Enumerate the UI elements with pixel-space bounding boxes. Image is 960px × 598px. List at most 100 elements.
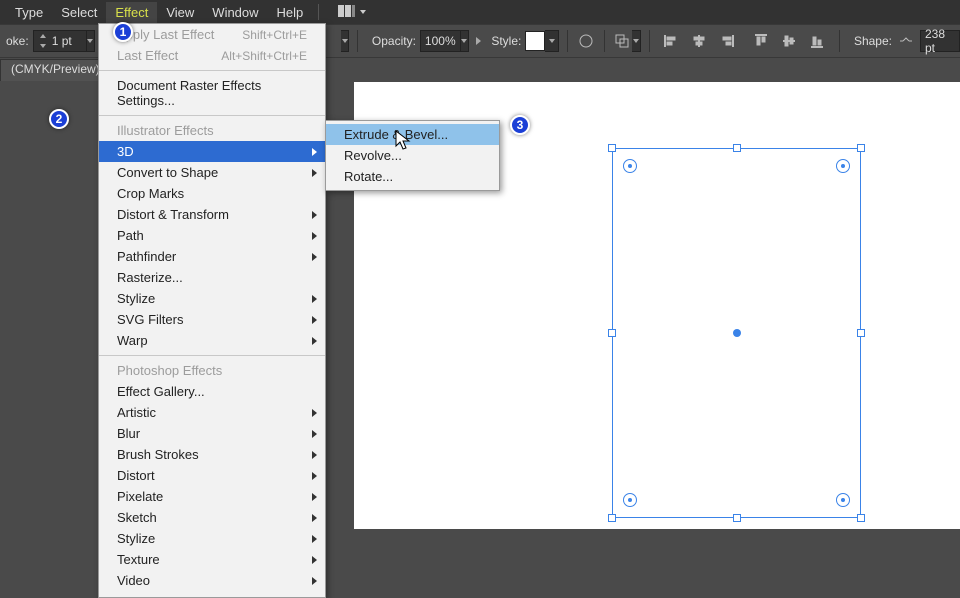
workspace-icon — [338, 5, 356, 19]
style-swatch-group[interactable] — [525, 30, 559, 52]
menu-3d[interactable]: 3D — [99, 141, 325, 162]
menu-texture[interactable]: Texture — [99, 549, 325, 570]
menu-crop-marks[interactable]: Crop Marks — [99, 183, 325, 204]
live-corner-ne[interactable] — [836, 159, 850, 173]
menu-item-label: Extrude & Bevel... — [344, 127, 448, 142]
menu-select[interactable]: Select — [52, 2, 106, 23]
menu-stylize-ps[interactable]: Stylize — [99, 528, 325, 549]
stroke-weight-dropdown[interactable] — [87, 30, 95, 52]
shape-label: Shape: — [854, 34, 892, 48]
menu-stylize-ai[interactable]: Stylize — [99, 288, 325, 309]
menubar: Type Select Effect View Window Help — [0, 0, 960, 24]
submenu-arrow-icon — [312, 472, 317, 480]
style-swatch[interactable] — [525, 31, 545, 51]
menu-raster-settings[interactable]: Document Raster Effects Settings... — [99, 75, 325, 111]
selection-box[interactable] — [612, 148, 861, 518]
live-corner-se[interactable] — [836, 493, 850, 507]
style-dropdown[interactable] — [545, 30, 559, 52]
submenu-arrow-icon — [312, 169, 317, 177]
menu-warp[interactable]: Warp — [99, 330, 325, 351]
shape-width-value: 238 pt — [925, 27, 955, 55]
menu-item-label: Distort — [117, 468, 155, 483]
menu-path[interactable]: Path — [99, 225, 325, 246]
document-tab[interactable]: (CMYK/Preview) — [0, 59, 111, 81]
align-hcenter-icon[interactable] — [687, 30, 711, 52]
submenu-extrude-bevel[interactable]: Extrude & Bevel... — [326, 124, 499, 145]
menu-item-label: 3D — [117, 144, 134, 159]
brush-dropdown[interactable] — [341, 30, 349, 52]
align-left-icon[interactable] — [659, 30, 683, 52]
menu-brush-strokes[interactable]: Brush Strokes — [99, 444, 325, 465]
stroke-weight-field[interactable]: 1 pt — [33, 30, 87, 52]
menu-artistic[interactable]: Artistic — [99, 402, 325, 423]
menu-svg-filters[interactable]: SVG Filters — [99, 309, 325, 330]
menu-pixelate[interactable]: Pixelate — [99, 486, 325, 507]
menu-convert-to-shape[interactable]: Convert to Shape — [99, 162, 325, 183]
selection-handle-n[interactable] — [733, 144, 741, 152]
shape-width-field[interactable]: 238 pt — [920, 30, 960, 52]
selection-handle-se[interactable] — [857, 514, 865, 522]
selection-handle-nw[interactable] — [608, 144, 616, 152]
menu-video[interactable]: Video — [99, 570, 325, 591]
selection-handle-w[interactable] — [608, 329, 616, 337]
menu-separator — [99, 70, 325, 71]
align-vcenter-icon[interactable] — [777, 30, 801, 52]
transform-dropdown[interactable] — [632, 30, 640, 52]
submenu-arrow-icon — [312, 337, 317, 345]
menu-item-shortcut: Shift+Ctrl+E — [242, 28, 307, 42]
selection-handle-e[interactable] — [857, 329, 865, 337]
stroke-label: oke: — [6, 34, 29, 48]
menu-item-label: Stylize — [117, 291, 155, 306]
menu-item-label: Effect Gallery... — [117, 384, 205, 399]
separator — [567, 30, 568, 52]
spinner-icon[interactable] — [38, 32, 48, 50]
menu-effect[interactable]: Effect — [106, 2, 157, 23]
transform-panel-icon[interactable] — [614, 30, 630, 52]
submenu-arrow-icon — [312, 232, 317, 240]
menu-item-label: Artistic — [117, 405, 156, 420]
menu-effect-gallery[interactable]: Effect Gallery... — [99, 381, 325, 402]
selection-handle-s[interactable] — [733, 514, 741, 522]
menu-view[interactable]: View — [157, 2, 203, 23]
live-corner-sw[interactable] — [623, 493, 637, 507]
align-top-icon[interactable] — [749, 30, 773, 52]
panel-arrow-icon[interactable] — [476, 37, 481, 45]
menu-blur[interactable]: Blur — [99, 423, 325, 444]
selection-handle-sw[interactable] — [608, 514, 616, 522]
menu-window[interactable]: Window — [203, 2, 267, 23]
menu-rasterize[interactable]: Rasterize... — [99, 267, 325, 288]
menu-pathfinder[interactable]: Pathfinder — [99, 246, 325, 267]
menu-item-label: Revolve... — [344, 148, 402, 163]
menu-type[interactable]: Type — [6, 2, 52, 23]
menu-item-label: Video — [117, 573, 150, 588]
recolor-artwork-icon[interactable] — [578, 30, 594, 52]
selection-center — [733, 329, 741, 337]
submenu-arrow-icon — [312, 514, 317, 522]
submenu-arrow-icon — [312, 535, 317, 543]
workspace-switcher[interactable] — [325, 2, 375, 22]
opacity-field[interactable]: 100% — [420, 30, 461, 52]
live-corner-nw[interactable] — [623, 159, 637, 173]
menu-distort-transform[interactable]: Distort & Transform — [99, 204, 325, 225]
selection-handle-ne[interactable] — [857, 144, 865, 152]
submenu-revolve[interactable]: Revolve... — [326, 145, 499, 166]
submenu-rotate[interactable]: Rotate... — [326, 166, 499, 187]
menu-item-label: Pathfinder — [117, 249, 176, 264]
submenu-arrow-icon — [312, 493, 317, 501]
menu-sketch[interactable]: Sketch — [99, 507, 325, 528]
tutorial-step-2: 2 — [49, 109, 69, 129]
align-right-icon[interactable] — [715, 30, 739, 52]
style-label: Style: — [491, 34, 521, 48]
opacity-dropdown[interactable] — [461, 30, 469, 52]
opacity-label: Opacity: — [372, 34, 416, 48]
menu-section-photoshop: Photoshop Effects — [99, 360, 325, 381]
menu-section-label: Illustrator Effects — [117, 123, 214, 138]
width-link-icon[interactable] — [898, 30, 914, 52]
align-bottom-icon[interactable] — [805, 30, 829, 52]
stroke-weight-value: 1 pt — [52, 34, 82, 48]
menu-distort-ps[interactable]: Distort — [99, 465, 325, 486]
menu-separator — [99, 115, 325, 116]
separator — [357, 30, 358, 52]
menu-section-illustrator: Illustrator Effects — [99, 120, 325, 141]
menu-help[interactable]: Help — [268, 2, 313, 23]
